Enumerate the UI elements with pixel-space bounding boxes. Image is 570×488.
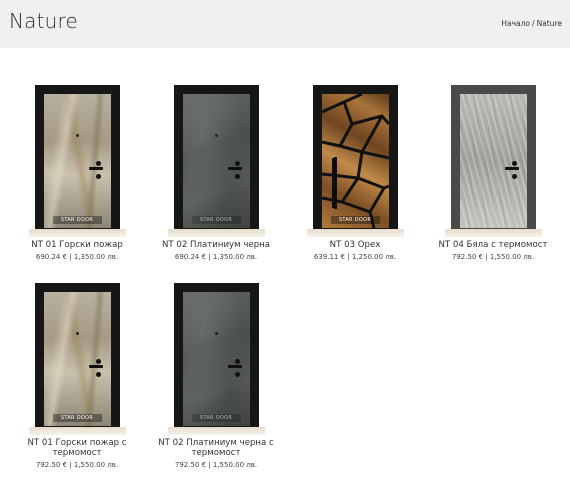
lock-rosette-icon xyxy=(234,359,240,364)
brand-label: STAR DOOR xyxy=(330,216,380,224)
door-handle-icon xyxy=(227,167,242,170)
product-name-link[interactable]: NT 02 Платиниум черна xyxy=(152,240,280,250)
peephole-icon xyxy=(76,332,79,335)
product-card[interactable]: STAR DOOR NT 01 Горски пожар с термомост… xyxy=(13,283,141,469)
door-panel: STAR DOOR xyxy=(182,94,250,228)
brand-label: STAR DOOR xyxy=(52,414,102,422)
lock-rosette-icon xyxy=(95,161,101,166)
product-price: 792.50 € | 1,550.00 лв. xyxy=(451,253,535,261)
product-image[interactable]: STAR DOOR xyxy=(167,85,265,237)
product-name-link[interactable]: NT 04 Бяла с термомост xyxy=(429,240,557,250)
product-name-link[interactable]: NT 02 Платиниум черна с термомост xyxy=(152,438,280,458)
product-card[interactable]: NT 04 Бяла с термомост 792.50 € | 1,550.… xyxy=(429,85,557,261)
product-image[interactable]: STAR DOOR xyxy=(28,283,126,435)
door-handle-icon xyxy=(504,167,519,170)
product-name-link[interactable]: NT 01 Горски пожар xyxy=(13,240,141,250)
brand-label: STAR DOOR xyxy=(191,216,241,224)
product-name-link[interactable]: NT 01 Горски пожар с термомост xyxy=(13,438,141,458)
lock-cylinder-icon xyxy=(95,372,101,377)
product-image[interactable]: STAR DOOR xyxy=(167,283,265,435)
door-handle-icon xyxy=(88,365,103,368)
brand-label: STAR DOOR xyxy=(52,216,102,224)
lock-cylinder-icon xyxy=(511,174,517,179)
breadcrumb-home-link[interactable]: Начало xyxy=(501,19,530,28)
product-price: 690.24 € | 1,350.00 лв. xyxy=(35,253,119,261)
floor-strip xyxy=(306,229,404,237)
door-panel: STAR DOOR xyxy=(43,292,111,426)
door-panel xyxy=(459,94,527,228)
product-image[interactable]: STAR DOOR xyxy=(28,85,126,237)
door-handle-icon xyxy=(88,167,103,170)
door-frame: STAR DOOR xyxy=(312,85,398,231)
door-frame: STAR DOOR xyxy=(34,283,120,429)
door-frame: STAR DOOR xyxy=(173,85,259,231)
breadcrumb-current: Nature xyxy=(536,19,562,28)
breadcrumb-separator: / xyxy=(532,19,535,28)
brand-label: STAR DOOR xyxy=(191,414,241,422)
breadcrumb: Начало / Nature xyxy=(501,19,562,28)
lock-cylinder-icon xyxy=(95,174,101,179)
peephole-icon xyxy=(215,332,218,335)
lock-rosette-icon xyxy=(234,161,240,166)
stained-glass-pattern xyxy=(321,94,389,228)
door-panel: STAR DOOR xyxy=(182,292,250,426)
door-panel: STAR DOOR xyxy=(321,94,389,228)
lock-cylinder-icon xyxy=(234,372,240,377)
floor-strip xyxy=(28,229,126,237)
door-handle-icon xyxy=(227,365,242,368)
floor-strip xyxy=(167,229,265,237)
page-title: Nature xyxy=(9,9,79,33)
product-price: 690.24 € | 1,350.00 лв. xyxy=(174,253,258,261)
product-price: 792.50 € | 1,550.00 лв. xyxy=(174,461,258,469)
door-frame: STAR DOOR xyxy=(34,85,120,231)
door-frame: STAR DOOR xyxy=(173,283,259,429)
door-frame xyxy=(450,85,536,231)
product-price: 639.11 € | 1,250.00 лв. xyxy=(313,253,397,261)
product-card[interactable]: STAR DOOR NT 01 Горски пожар 690.24 € | … xyxy=(13,85,141,261)
lock-rosette-icon xyxy=(95,359,101,364)
lock-rosette-icon xyxy=(511,161,517,166)
floor-strip xyxy=(28,427,126,435)
peephole-icon xyxy=(215,134,218,137)
peephole-icon xyxy=(76,134,79,137)
page-header: Nature Начало / Nature xyxy=(0,0,570,48)
product-name-link[interactable]: NT 03 Орех xyxy=(291,240,419,250)
product-card[interactable]: STAR DOOR NT 02 Платиниум черна 690.24 €… xyxy=(152,85,280,261)
product-image[interactable]: STAR DOOR xyxy=(306,85,404,237)
product-card[interactable]: STAR DOOR NT 02 Платиниум черна с термом… xyxy=(152,283,280,469)
product-image[interactable] xyxy=(444,85,542,237)
floor-strip xyxy=(444,229,542,237)
product-card[interactable]: STAR DOOR NT 03 Орех 639.11 € | 1,250.00… xyxy=(291,85,419,261)
lock-cylinder-icon xyxy=(234,174,240,179)
door-panel: STAR DOOR xyxy=(43,94,111,228)
product-price: 792.50 € | 1,550.00 лв. xyxy=(35,461,119,469)
floor-strip xyxy=(167,427,265,435)
